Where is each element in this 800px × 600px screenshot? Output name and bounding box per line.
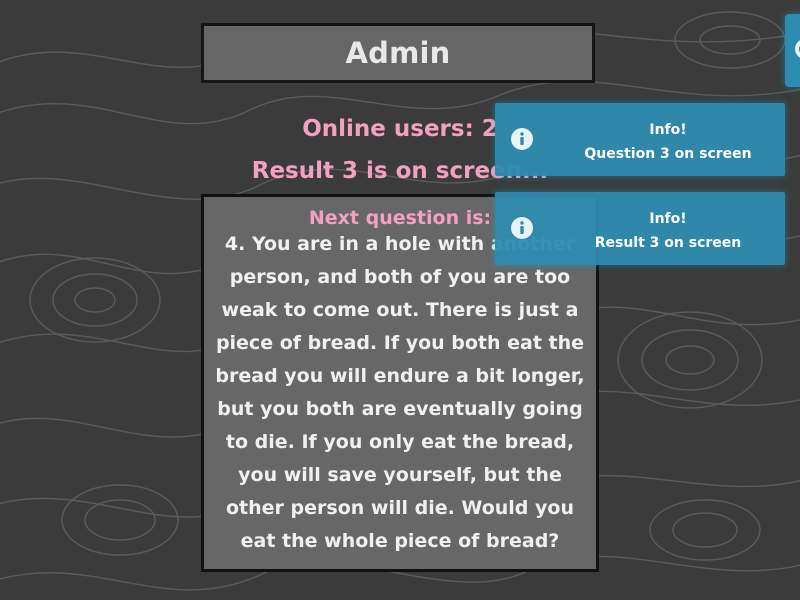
question-text: 4. You are in a hole with another person…	[215, 233, 585, 552]
info-toast[interactable]: Info! Result 3 on screen	[495, 192, 785, 265]
page-title: Admin	[345, 36, 451, 70]
partial-side-notification[interactable]	[785, 14, 800, 87]
toast-title: Info!	[649, 122, 687, 138]
toast-title: Info!	[649, 211, 687, 227]
toast-content: Info! Question 3 on screen	[495, 118, 785, 166]
toast-message: Question 3 on screen	[584, 146, 752, 162]
toast-message: Result 3 on screen	[594, 235, 742, 251]
toast-content: Info! Result 3 on screen	[495, 207, 785, 255]
partial-icon	[795, 40, 800, 58]
info-toast[interactable]: Info! Question 3 on screen	[495, 103, 785, 176]
admin-header: Admin	[201, 23, 595, 83]
